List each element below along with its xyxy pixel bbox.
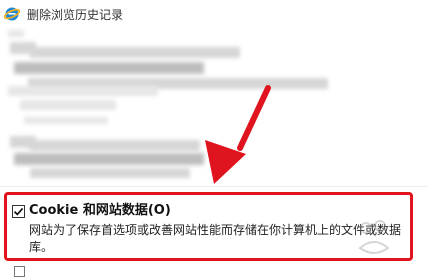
next-option-checkbox[interactable] (14, 266, 25, 277)
internet-explorer-icon (4, 7, 20, 21)
highlight-box (4, 192, 413, 261)
title-bar: 删除浏览历史记录 (0, 0, 428, 32)
section-divider (0, 186, 428, 187)
window-title: 删除浏览历史记录 (27, 8, 124, 22)
